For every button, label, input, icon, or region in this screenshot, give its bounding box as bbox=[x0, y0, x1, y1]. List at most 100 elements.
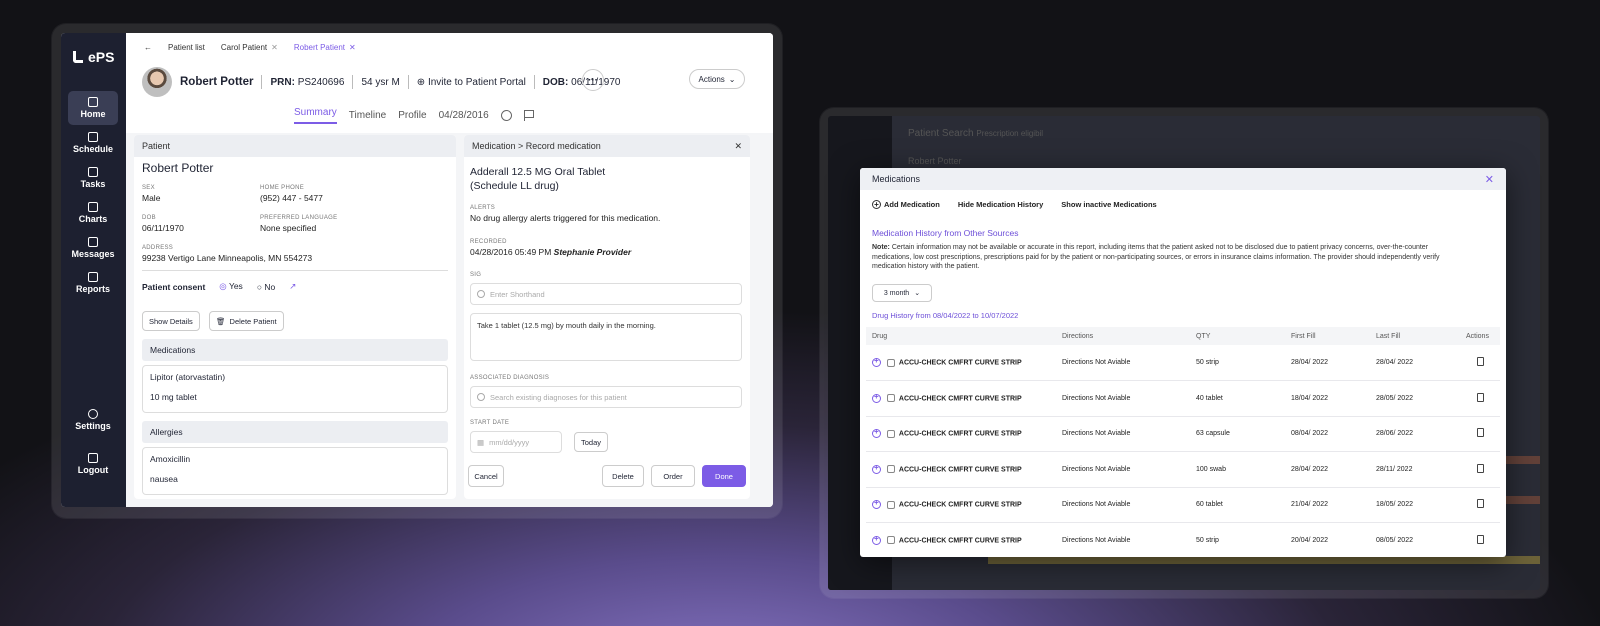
cell-qty: 40 tablet bbox=[1190, 380, 1285, 417]
table-row[interactable]: ACCU-CHECK CMFRT CURVE STRIP Directions … bbox=[866, 522, 1500, 557]
invite-link[interactable]: ⊕ Invite to Patient Portal bbox=[417, 77, 526, 88]
crumb-carol[interactable]: Carol Patient ✕ bbox=[221, 43, 278, 52]
drug-name: ACCU-CHECK CMFRT CURVE STRIP bbox=[898, 359, 1022, 367]
provider-name: Stephanie Provider bbox=[553, 247, 632, 257]
row-checkbox[interactable] bbox=[887, 429, 895, 438]
placeholder: mm/dd/yyyy bbox=[489, 437, 530, 447]
table-row[interactable]: ACCU-CHECK CMFRT CURVE STRIP Directions … bbox=[866, 451, 1500, 488]
tab-timeline[interactable]: Timeline bbox=[349, 110, 386, 121]
calendar-icon bbox=[88, 132, 98, 142]
nav-reports[interactable]: Reports bbox=[68, 266, 118, 300]
nav-charts[interactable]: Charts bbox=[68, 196, 118, 230]
tab-profile[interactable]: Profile bbox=[398, 110, 426, 121]
nav-schedule[interactable]: Schedule bbox=[68, 126, 118, 160]
add-circle-icon[interactable] bbox=[872, 498, 881, 510]
add-circle-icon[interactable] bbox=[872, 392, 881, 403]
row-checkbox[interactable] bbox=[887, 358, 895, 367]
address-field: ADDRESS 99238 Vertigo Lane Minneapolis, M… bbox=[142, 245, 312, 263]
med-dose: 10 mg tablet bbox=[150, 392, 197, 402]
show-details-button[interactable]: Show Details bbox=[142, 311, 200, 331]
consent-yes[interactable]: ◎ Yes bbox=[219, 281, 243, 292]
add-medication-button[interactable]: + Add Medication bbox=[872, 200, 940, 209]
cell-qty: 50 strip bbox=[1190, 345, 1285, 381]
table-row[interactable]: ACCU-CHECK CMFRT CURVE STRIP Directions … bbox=[866, 416, 1500, 452]
close-icon[interactable]: ✕ bbox=[349, 43, 356, 52]
add-circle-icon[interactable] bbox=[872, 427, 881, 439]
crumb-patient-list[interactable]: Patient list bbox=[168, 43, 205, 52]
nav-logout[interactable]: Logout bbox=[68, 447, 118, 481]
field-label: PREFERRED LANGUAGE bbox=[260, 215, 338, 221]
yes-label: Yes bbox=[228, 281, 243, 291]
cell-last-fill: 28/11/ 2022 bbox=[1370, 451, 1460, 488]
nav-home[interactable]: Home bbox=[68, 91, 118, 125]
sig-textarea[interactable]: Take 1 tablet (12.5 mg) by mouth daily i… bbox=[470, 313, 742, 361]
drug-name: ACCU-CHECK CMFRT CURVE STRIP bbox=[898, 501, 1022, 509]
delete-button[interactable]: Delete bbox=[602, 465, 644, 487]
consent-row: Patient consent ◎ Yes ○ No ↗ bbox=[142, 281, 296, 292]
copy-icon[interactable] bbox=[1476, 534, 1484, 544]
table-row[interactable]: ACCU-CHECK CMFRT CURVE STRIP Directions … bbox=[866, 380, 1500, 417]
crumb-robert[interactable]: Robert Patient ✕ bbox=[294, 43, 356, 52]
close-icon[interactable]: ✕ bbox=[1485, 173, 1494, 186]
sig-label: SIG bbox=[470, 272, 482, 278]
add-circle-icon[interactable] bbox=[872, 534, 881, 545]
cancel-button[interactable]: Cancel bbox=[468, 465, 504, 487]
history-note: Note: Certain information may not be ava… bbox=[872, 243, 1452, 272]
row-checkbox[interactable] bbox=[887, 500, 895, 509]
period-select[interactable]: 3 month ⌄ bbox=[872, 284, 932, 302]
col-actions: Actions bbox=[1460, 327, 1500, 345]
row-checkbox[interactable] bbox=[887, 465, 895, 474]
background-title: Patient Search Prescription eligibil bbox=[908, 128, 1043, 139]
patient-header: ← Patient list Carol Patient ✕ Robert Pat… bbox=[126, 33, 773, 133]
patient-name: Robert Potter bbox=[180, 76, 254, 88]
panel-header: Medication > Record medication ✕ bbox=[464, 135, 750, 157]
hide-history-button[interactable]: Hide Medication History bbox=[958, 200, 1043, 209]
done-button[interactable]: Done bbox=[702, 465, 746, 487]
copy-icon[interactable] bbox=[1476, 463, 1484, 473]
copy-icon[interactable] bbox=[1476, 392, 1484, 402]
radio-icon: ○ bbox=[256, 281, 262, 292]
cell-directions: Directions Not Aviable bbox=[1056, 416, 1190, 452]
cell-directions: Directions Not Aviable bbox=[1056, 522, 1190, 557]
trash-icon: 🗑 bbox=[216, 316, 226, 326]
copy-icon[interactable] bbox=[1476, 357, 1484, 366]
consent-no[interactable]: ○ No bbox=[257, 282, 275, 292]
app-logo[interactable]: ePS bbox=[73, 49, 114, 65]
medication-item[interactable]: Lipitor (atorvastatin) 10 mg tablet bbox=[142, 365, 448, 413]
external-link-icon[interactable]: ↗ bbox=[289, 281, 296, 292]
allergy-item[interactable]: Amoxicillin nausea bbox=[142, 447, 448, 495]
copy-icon[interactable] bbox=[1476, 428, 1484, 438]
row-checkbox[interactable] bbox=[887, 394, 895, 403]
flag-icon[interactable] bbox=[523, 110, 534, 121]
nav-settings[interactable]: Settings bbox=[68, 403, 118, 437]
nav-messages[interactable]: Messages bbox=[68, 231, 118, 265]
drug-name: ACCU-CHECK CMFRT CURVE STRIP bbox=[898, 466, 1022, 474]
diagnosis-search-input[interactable]: Search existing diagnoses for this patie… bbox=[470, 386, 742, 408]
table-row[interactable]: ACCU-CHECK CMFRT CURVE STRIP Directions … bbox=[866, 487, 1500, 523]
start-date-input[interactable]: ▦ mm/dd/yyyy bbox=[470, 431, 562, 453]
tab-summary[interactable]: Summary bbox=[294, 107, 337, 124]
back-arrow-icon[interactable]: ← bbox=[144, 43, 152, 52]
add-circle-icon[interactable] bbox=[872, 463, 881, 474]
nav-tasks[interactable]: Tasks bbox=[68, 161, 118, 195]
row-checkbox[interactable] bbox=[887, 536, 895, 545]
button-label: Show Details bbox=[149, 316, 193, 326]
close-icon[interactable]: ✕ bbox=[734, 141, 742, 152]
allergies-header: Allergies bbox=[142, 421, 448, 443]
copy-icon[interactable] bbox=[1476, 499, 1484, 509]
sig-shorthand-input[interactable]: Enter Shorthand bbox=[470, 283, 742, 305]
clock-icon[interactable] bbox=[500, 110, 512, 121]
drug-history-table: Drug Directions QTY First Fill Last Fill… bbox=[866, 327, 1500, 557]
close-icon[interactable]: ✕ bbox=[271, 43, 278, 52]
show-inactive-button[interactable]: Show inactive Medications bbox=[1061, 200, 1156, 209]
add-circle-icon[interactable] bbox=[872, 356, 881, 367]
order-button[interactable]: Order bbox=[651, 465, 695, 487]
table-row[interactable]: ACCU-CHECK CMFRT CURVE STRIP Directions … bbox=[866, 345, 1500, 381]
delete-patient-button[interactable]: 🗑 Delete Patient bbox=[209, 311, 284, 331]
logo-text: ePS bbox=[88, 49, 115, 65]
cell-qty: 100 swab bbox=[1190, 451, 1285, 488]
actions-dropdown[interactable]: Actions ⌄ bbox=[689, 69, 745, 89]
field-value: No drug allergy alerts triggered for thi… bbox=[470, 213, 661, 223]
more-icon[interactable]: ··· bbox=[582, 69, 604, 91]
today-button[interactable]: Today bbox=[574, 432, 609, 452]
